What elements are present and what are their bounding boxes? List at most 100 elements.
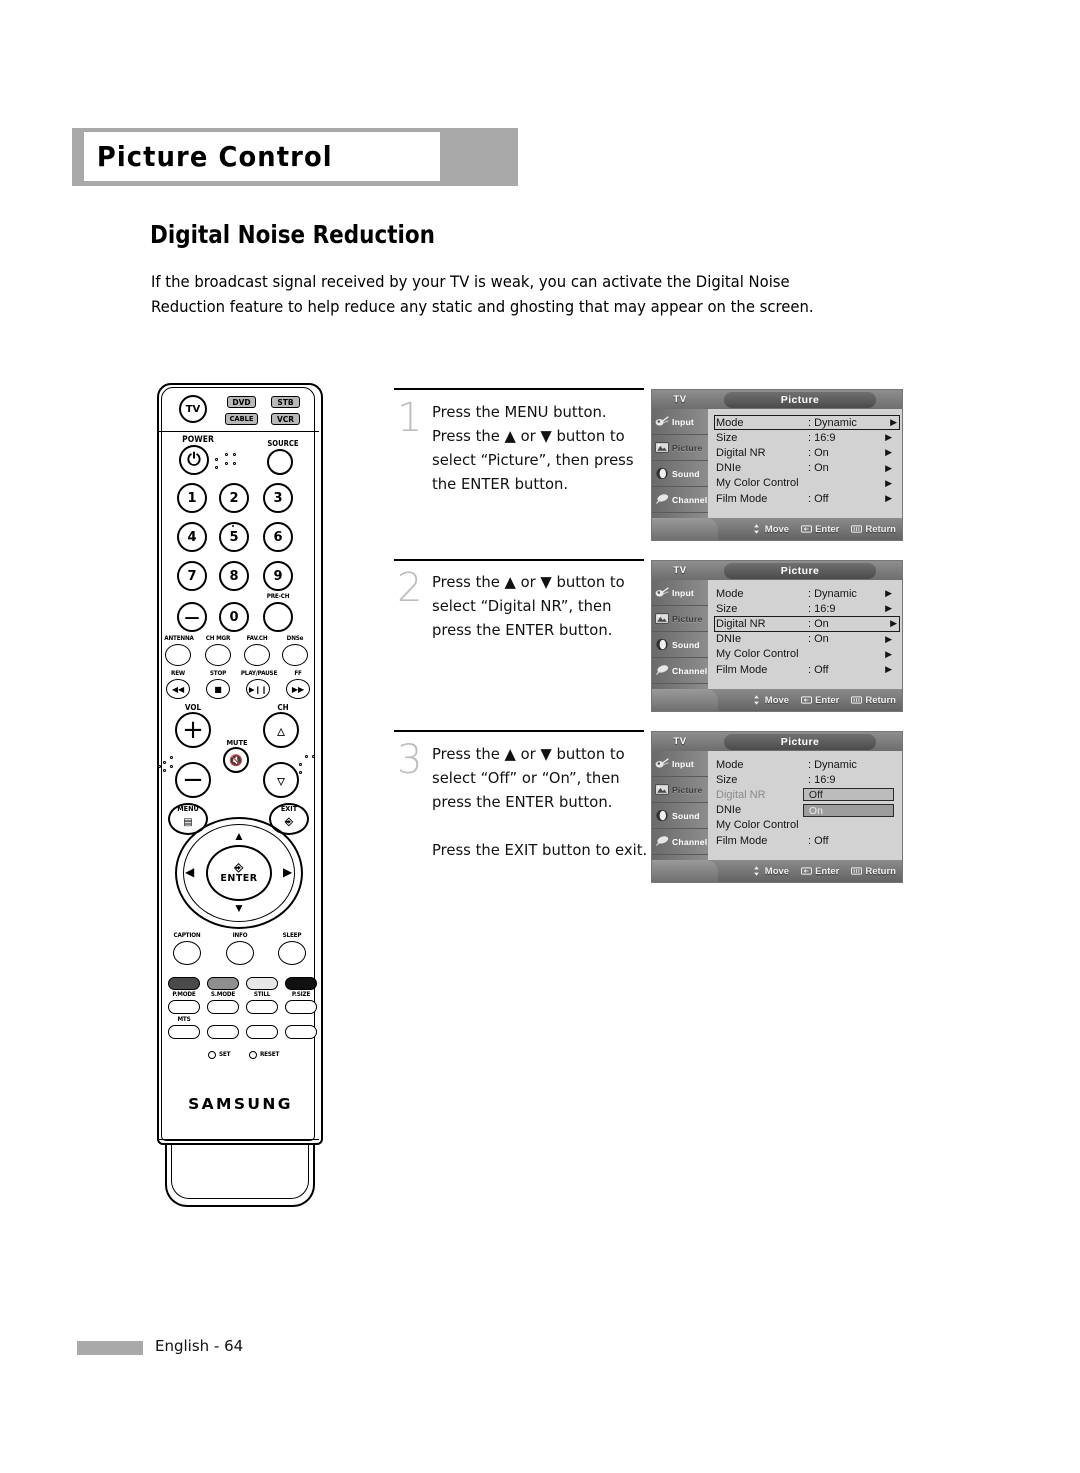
remote-button-4[interactable]: 4: [177, 522, 207, 552]
remote-button-dnse[interactable]: [282, 644, 308, 666]
osd-hint-label: Move: [764, 523, 790, 535]
remote-button-1[interactable]: 1: [177, 483, 207, 513]
remote-button-play-pause[interactable]: ▶❙❙: [246, 679, 270, 699]
osd-menu-row[interactable]: Mode: Dynamic ▶: [714, 415, 900, 431]
remote-ff-label: FF: [294, 671, 302, 677]
remote-button-fav-ch[interactable]: [244, 644, 270, 666]
menu-icon: ▤: [183, 816, 193, 828]
remote-button-power[interactable]: ⏻: [179, 445, 209, 475]
osd-sidebar-item-channel[interactable]: Channel: [652, 658, 708, 684]
remote-button-5[interactable]: 5: [219, 522, 249, 552]
osd-menu-row[interactable]: DNIe: On ▶: [716, 632, 894, 647]
remote-button-mute[interactable]: 🔇: [223, 747, 249, 773]
remote-button-up[interactable]: ▲: [233, 829, 245, 843]
osd-sidebar-item-input[interactable]: Input: [652, 580, 708, 606]
remote-button-rew[interactable]: ◀◀: [166, 679, 190, 699]
rewind-icon: ◀◀: [171, 684, 185, 694]
remote-button-still[interactable]: [246, 1000, 278, 1014]
osd-menu-row[interactable]: Film Mode: Off ▶: [716, 662, 894, 677]
osd-menu-row[interactable]: Digital NR Off: [716, 787, 894, 802]
osd-menu-row[interactable]: Size: 16:9: [716, 772, 894, 787]
osd-row-label: My Color Control: [716, 819, 799, 832]
updown-arrow-icon: [751, 524, 762, 534]
osd-menu-row[interactable]: My Color Control ▶: [716, 647, 894, 662]
remote-button-tv[interactable]: TV: [179, 395, 207, 423]
osd-option-chip[interactable]: On: [802, 803, 894, 817]
exit-icon: ⎆: [285, 816, 293, 828]
remote-button-enter[interactable]: ⎆ ENTER: [206, 845, 272, 901]
osd-menu-row[interactable]: Mode: Dynamic: [716, 757, 894, 772]
osd-sidebar-item-channel[interactable]: Channel: [652, 487, 708, 513]
osd-menu-row[interactable]: Digital NR: On ▶: [714, 616, 900, 632]
remote-button-6[interactable]: 6: [263, 522, 293, 552]
osd-sidebar-item-sound[interactable]: Sound: [652, 461, 708, 487]
osd-menu-row[interactable]: DNIe On: [716, 803, 894, 818]
osd-menu-row[interactable]: My Color Control ▶: [716, 476, 894, 491]
remote-divider-bottom: [159, 1139, 319, 1140]
remote-button-antenna[interactable]: [165, 644, 191, 666]
remote-button-dash[interactable]: —: [177, 602, 207, 632]
remote-button-pmode[interactable]: [168, 1000, 200, 1014]
remote-button-7[interactable]: 7: [177, 561, 207, 591]
remote-button-blank-3[interactable]: [285, 1025, 317, 1039]
osd-menu-row[interactable]: Film Mode: Off ▶: [716, 491, 894, 506]
remote-button-pre-ch[interactable]: [263, 602, 293, 632]
remote-button-2[interactable]: 2: [219, 483, 249, 513]
remote-button-smode[interactable]: [207, 1000, 239, 1014]
remote-button-color-psize[interactable]: [285, 977, 317, 990]
osd-menu-list: Mode: Dynamic ▶ Size: 16:9 ▶ Digital NR: On ▶…: [708, 580, 902, 689]
remote-button-channel-up[interactable]: ▵: [263, 712, 299, 748]
remote-button-left[interactable]: ◀: [185, 865, 194, 879]
osd-sidebar-item-picture[interactable]: Picture: [652, 606, 708, 632]
remote-button-volume-up[interactable]: +: [175, 712, 211, 748]
osd-menu-row[interactable]: My Color Control: [716, 818, 894, 833]
remote-button-cable[interactable]: CABLE: [225, 413, 258, 425]
osd-row-label: Digital NR: [716, 446, 766, 459]
remote-button-vcr[interactable]: VCR: [271, 413, 300, 425]
osd-menu-row[interactable]: Size: 16:9 ▶: [716, 430, 894, 445]
remote-button-color-pmode[interactable]: [168, 977, 200, 990]
remote-button-info[interactable]: [226, 941, 254, 965]
osd-sidebar-item-picture[interactable]: Picture: [652, 777, 708, 803]
remote-button-ff[interactable]: ▶▶: [286, 679, 310, 699]
osd-menu-row[interactable]: Digital NR: On ▶: [716, 445, 894, 460]
remote-button-channel-down[interactable]: ▿: [263, 762, 299, 798]
osd-sidebar-item-input[interactable]: Input: [652, 751, 708, 777]
remote-button-blank-2[interactable]: [246, 1025, 278, 1039]
osd-hint-enter: Enter: [801, 866, 839, 877]
remote-button-caption[interactable]: [173, 941, 201, 965]
remote-button-right[interactable]: ▶: [283, 865, 292, 879]
remote-button-volume-down[interactable]: −: [175, 762, 211, 798]
remote-button-color-smode[interactable]: [207, 977, 239, 990]
remote-button-source[interactable]: [267, 449, 293, 475]
remote-button-down[interactable]: ▼: [233, 901, 245, 915]
remote-button-0[interactable]: 0: [219, 602, 249, 632]
osd-sidebar-item-sound[interactable]: Sound: [652, 803, 708, 829]
remote-button-3[interactable]: 3: [263, 483, 293, 513]
remote-button-blank-1[interactable]: [207, 1025, 239, 1039]
remote-button-reset[interactable]: RESET: [249, 1051, 279, 1059]
osd-option-chip[interactable]: Off: [802, 788, 894, 802]
remote-button-8[interactable]: 8: [219, 561, 249, 591]
osd-row-label: DNIe: [716, 804, 742, 817]
remote-psize-label: P.SIZE: [291, 992, 311, 998]
remote-button-stop[interactable]: ■: [206, 679, 230, 699]
remote-button-dvd[interactable]: DVD: [227, 396, 256, 408]
osd-sidebar-item-channel[interactable]: Channel: [652, 829, 708, 855]
osd-menu-row[interactable]: Film Mode: Off: [716, 833, 894, 848]
remote-button-stb-label: STB: [277, 397, 294, 407]
remote-button-psize[interactable]: [285, 1000, 317, 1014]
osd-menu-row[interactable]: Mode: Dynamic ▶: [716, 586, 894, 601]
remote-button-set[interactable]: SET: [208, 1051, 230, 1059]
remote-button-ch-mgr[interactable]: [205, 644, 231, 666]
osd-sidebar-item-input[interactable]: Input: [652, 409, 708, 435]
remote-button-sleep[interactable]: [278, 941, 306, 965]
osd-menu-row[interactable]: DNIe: On ▶: [716, 461, 894, 476]
remote-button-mts[interactable]: [168, 1025, 200, 1039]
osd-sidebar-item-picture[interactable]: Picture: [652, 435, 708, 461]
remote-button-9[interactable]: 9: [263, 561, 293, 591]
remote-button-color-still[interactable]: [246, 977, 278, 990]
remote-button-stb[interactable]: STB: [271, 396, 300, 408]
osd-sidebar-item-sound[interactable]: Sound: [652, 632, 708, 658]
osd-menu-row[interactable]: Size: 16:9 ▶: [716, 601, 894, 616]
